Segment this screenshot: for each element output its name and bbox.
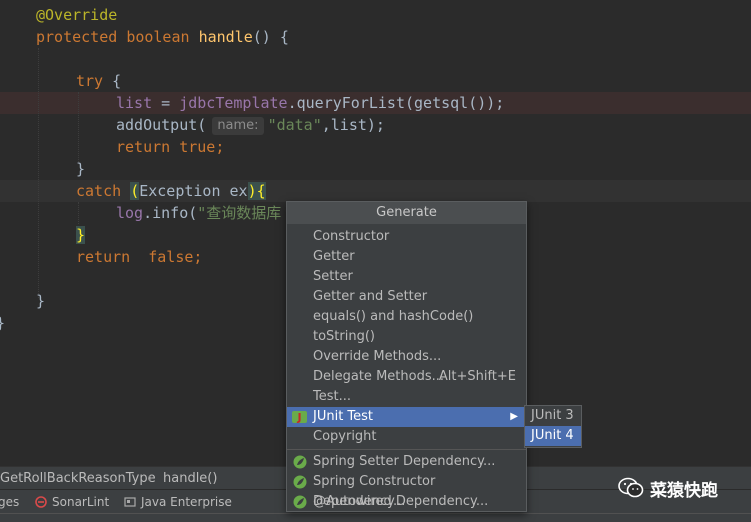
indent-guide — [38, 48, 39, 298]
breadcrumb-class[interactable]: GetRollBackReasonType — [0, 467, 156, 490]
menu-item-spring-constructor-dependency[interactable]: Spring Constructor Dependency... — [287, 472, 526, 509]
menu-item-spring-setter-dependency[interactable]: Spring Setter Dependency... — [287, 452, 526, 472]
code-line: protected boolean handle() { — [36, 28, 289, 46]
java-enterprise-tool-button[interactable]: Java Enterprise — [124, 490, 232, 514]
menu-item-getter-and-setter[interactable]: Getter and Setter — [287, 287, 526, 307]
submenu-arrow-icon: ▶ — [510, 411, 518, 422]
wechat-icon — [618, 477, 644, 498]
code-line: } — [36, 292, 46, 310]
code-line: addOutput(name: "data",list); — [116, 116, 385, 135]
generate-popup: Generate Constructor Getter Setter Gette… — [286, 201, 527, 512]
junit-icon: J — [292, 411, 307, 424]
menu-item-tostring[interactable]: toString() — [287, 327, 526, 347]
code-line: @Override — [36, 6, 118, 24]
shortcut-label: Alt+Shift+E — [438, 369, 516, 384]
code-line: catch (Exception ex){ — [76, 182, 266, 200]
indent-guide — [78, 202, 79, 224]
breadcrumb-separator: › — [148, 471, 154, 486]
sonarlint-icon — [35, 496, 47, 508]
menu-item-test[interactable]: Test... — [287, 387, 526, 407]
menu-item-autowired-dependency[interactable]: @Autowired Dependency... — [287, 492, 526, 512]
code-line: } — [0, 312, 5, 334]
spring-leaf-icon — [293, 495, 307, 509]
svg-text:J: J — [296, 411, 301, 424]
menu-item-constructor[interactable]: Constructor — [287, 227, 526, 247]
watermark-text: 菜猿快跑 — [650, 480, 718, 501]
menu-item-delegate-methods[interactable]: Delegate Methods... Alt+Shift+E — [287, 367, 526, 387]
menu-item-equals-hashcode[interactable]: equals() and hashCode() — [287, 307, 526, 327]
spring-leaf-icon — [293, 475, 307, 489]
code-line: return true; — [116, 138, 225, 156]
code-line: list = jdbcTemplate.queryForList(getsql(… — [116, 94, 505, 112]
spring-leaf-icon — [293, 455, 307, 469]
parameter-hint: name: — [212, 117, 264, 135]
breadcrumb-method[interactable]: handle() — [163, 467, 217, 490]
submenu-item-junit3[interactable]: JUnit 3 — [525, 406, 581, 426]
indent-guide — [78, 92, 79, 162]
menu-item-override-methods[interactable]: Override Methods... — [287, 347, 526, 367]
code-line: return false; — [76, 248, 203, 266]
submenu-item-junit4[interactable]: JUnit 4 — [525, 426, 581, 446]
wechat-watermark: 菜猿快跑 — [618, 474, 718, 502]
menu-separator — [287, 449, 526, 450]
junit-submenu: JUnit 3 JUnit 4 — [524, 405, 582, 448]
tool-window-partial[interactable]: ges — [0, 490, 19, 514]
menu-item-junit-test[interactable]: J JUnit Test ▶ — [287, 407, 526, 427]
java-enterprise-icon — [124, 497, 136, 507]
code-line: } — [76, 160, 86, 178]
code-line: try { — [76, 72, 122, 90]
menu-item-copyright[interactable]: Copyright — [287, 427, 526, 447]
sonarlint-tool-button[interactable]: SonarLint — [35, 490, 109, 514]
code-line: } — [76, 226, 86, 244]
popup-title: Generate — [287, 202, 526, 224]
menu-item-setter[interactable]: Setter — [287, 267, 526, 287]
code-line: log.info("查询数据库 — [116, 204, 282, 222]
menu-item-getter[interactable]: Getter — [287, 247, 526, 267]
